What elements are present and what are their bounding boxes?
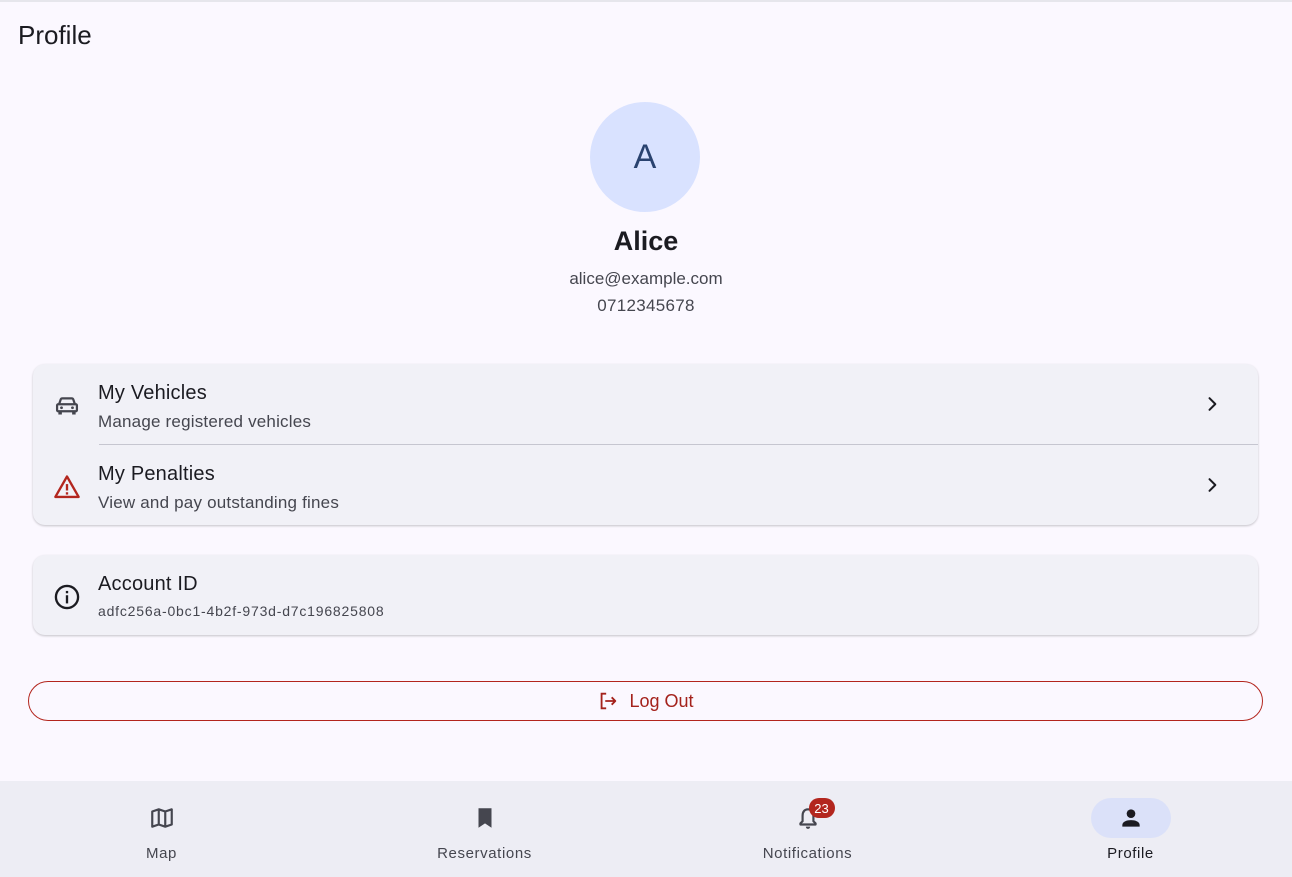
nav-pill (768, 798, 848, 838)
avatar-initial: A (633, 137, 657, 176)
nav-item-notifications[interactable]: 23 Notifications (646, 781, 969, 877)
menu-item-subtitle: Manage registered vehicles (98, 412, 312, 431)
menu-item-title: My Vehicles (98, 382, 207, 404)
logout-icon (601, 692, 617, 710)
account-id-title: Account ID (98, 573, 198, 595)
bookmark-icon (478, 808, 491, 828)
menu-item-subtitle: View and pay outstanding fines (98, 493, 340, 512)
nav-pill-active (1090, 798, 1171, 838)
nav-item-map[interactable]: Map (0, 781, 323, 877)
account-id-value: adfc256a-0bc1-4b2f-973d-d7c196825808 (98, 603, 385, 619)
user-phone: 0712345678 (597, 296, 695, 315)
warning-icon (54, 475, 80, 499)
car-icon (55, 397, 79, 415)
account-id-card: Account ID adfc256a-0bc1-4b2f-973d-d7c19… (33, 555, 1258, 635)
nav-pill (122, 798, 202, 838)
nav-item-reservations[interactable]: Reservations (323, 781, 646, 877)
account-id-row: Account ID adfc256a-0bc1-4b2f-973d-d7c19… (33, 555, 1258, 635)
info-icon (54, 584, 80, 610)
menu-item-my-penalties[interactable]: My Penalties View and pay outstanding fi… (33, 445, 1258, 525)
nav-label: Notifications (762, 845, 853, 862)
chevron-right-icon (1208, 478, 1217, 492)
menu-item-title: My Penalties (98, 463, 215, 485)
menu-item-my-vehicles[interactable]: My Vehicles Manage registered vehicles (33, 364, 1258, 444)
top-edge-divider (0, 0, 1292, 2)
avatar: A (590, 102, 700, 212)
nav-label: Profile (1107, 845, 1154, 862)
page-title: Profile (18, 20, 92, 50)
profile-menu-card: My Vehicles Manage registered vehicles M… (33, 364, 1258, 525)
nav-label: Reservations (437, 845, 532, 862)
nav-label: Map (146, 845, 177, 862)
bottom-navigation-bar: Map Reservations 23 Notifications Profil… (0, 781, 1292, 877)
notification-count-badge: 23 (808, 798, 835, 818)
nav-item-profile[interactable]: Profile (969, 781, 1292, 877)
map-icon (150, 808, 173, 828)
user-email: alice@example.com (569, 269, 723, 288)
person-icon (1121, 809, 1140, 827)
chevron-right-icon (1208, 397, 1217, 411)
logout-label: Log Out (629, 690, 694, 711)
nav-pill (445, 798, 525, 838)
user-name: Alice (613, 226, 679, 256)
logout-button[interactable]: Log Out (28, 681, 1263, 721)
